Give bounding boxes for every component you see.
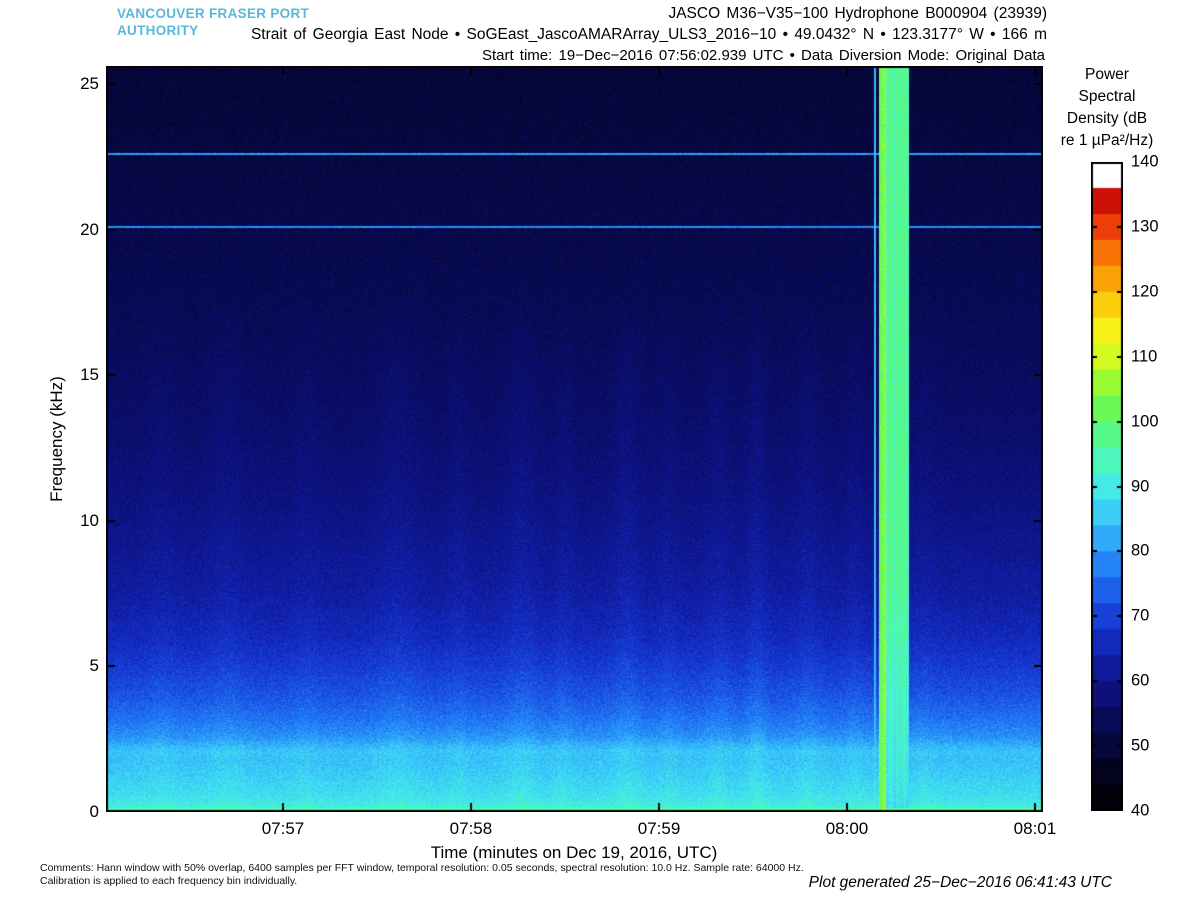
colorbar-title-line2: Spectral	[1061, 86, 1153, 108]
colorbar-tick-label: 50	[1131, 737, 1149, 756]
comments-line1: Comments: Hann window with 50% overlap, …	[40, 862, 804, 875]
colorbar-tick-label: 140	[1131, 153, 1159, 172]
colorbar-tick-label: 120	[1131, 282, 1159, 301]
y-tick-label: 15	[80, 365, 99, 385]
colorbar-title-line1: Power	[1061, 64, 1153, 86]
plot-generated-note: Plot generated 25−Dec−2016 06:41:43 UTC	[809, 874, 1112, 892]
station-title: Strait of Georgia East Node • SoGEast_Ja…	[251, 26, 1047, 44]
colorbar-tick-label: 60	[1131, 672, 1149, 691]
colorbar-tick-label: 90	[1131, 477, 1149, 496]
y-tick-label: 20	[80, 220, 99, 240]
colorbar-title: Power Spectral Density (dB re 1 µPa²/Hz)	[1061, 64, 1153, 152]
spectrogram-page: VANCOUVER FRASER PORT AUTHORITY JASCO M3…	[0, 0, 1200, 900]
x-tick-label: 07:57	[262, 819, 305, 839]
y-tick-label: 10	[80, 511, 99, 531]
instrument-title: JASCO M36−V35−100 Hydrophone B000904 (23…	[668, 5, 1047, 23]
y-tick-label: 5	[90, 656, 99, 676]
colorbar-tick-label: 40	[1131, 802, 1149, 821]
comments-block: Comments: Hann window with 50% overlap, …	[40, 862, 804, 888]
x-tick-label: 08:01	[1014, 819, 1057, 839]
spectrogram-canvas	[106, 66, 1043, 812]
colorbar-title-line4: re 1 µPa²/Hz)	[1061, 130, 1153, 152]
comments-line2: Calibration is applied to each frequency…	[40, 875, 804, 888]
x-tick-label: 08:00	[826, 819, 869, 839]
colorbar-tick-label: 110	[1131, 347, 1157, 366]
colorbar-canvas	[1091, 162, 1123, 811]
colorbar-tick-label: 100	[1131, 412, 1159, 431]
colorbar-title-line3: Density (dB	[1061, 108, 1153, 130]
colorbar-tick-label: 80	[1131, 542, 1149, 561]
x-axis-label: Time (minutes on Dec 19, 2016, UTC)	[431, 843, 718, 863]
start-time-title: Start time: 19−Dec−2016 07:56:02.939 UTC…	[482, 47, 1045, 64]
y-axis-label: Frequency (kHz)	[47, 376, 67, 502]
x-tick-label: 07:58	[450, 819, 493, 839]
colorbar-tick-label: 130	[1131, 217, 1159, 236]
colorbar-tick-label: 70	[1131, 607, 1149, 626]
x-tick-label: 07:59	[638, 819, 681, 839]
y-tick-label: 25	[80, 74, 99, 94]
vfpa-logo-line1: VANCOUVER FRASER PORT	[117, 5, 309, 22]
y-tick-label: 0	[90, 802, 99, 822]
